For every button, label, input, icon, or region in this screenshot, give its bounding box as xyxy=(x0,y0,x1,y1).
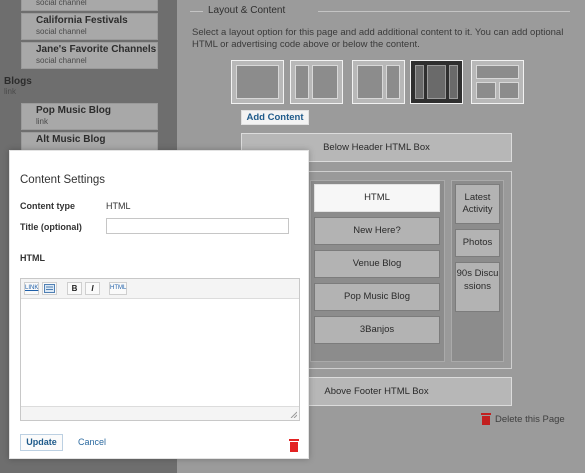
sidebar-item-alt-music-blog[interactable]: Alt Music Blog xyxy=(21,132,158,152)
sidebar-item-sub: link xyxy=(4,87,17,96)
sidebar-item-label: California Festivals xyxy=(36,15,128,26)
html-label: HTML xyxy=(20,253,45,263)
italic-button[interactable]: I xyxy=(85,282,100,295)
title-label: Title (optional) xyxy=(20,222,82,232)
editor-statusbar xyxy=(21,406,299,420)
sidebar-item-sub: social channel xyxy=(36,56,87,65)
html-editor: LINK B I HTML xyxy=(20,278,300,421)
module-html[interactable]: HTML xyxy=(314,184,440,212)
divider xyxy=(318,11,570,12)
section-legend: Layout & Content xyxy=(208,5,286,16)
editor-toolbar: LINK B I HTML xyxy=(21,279,299,299)
update-button[interactable]: Update xyxy=(20,434,63,451)
layout-row xyxy=(476,82,519,99)
sidebar-item-label: Pop Music Blog xyxy=(36,105,111,116)
layout-column xyxy=(449,65,458,99)
sidebar-item-blogs[interactable]: Blogs link xyxy=(0,74,160,100)
delete-page-link[interactable]: Delete this Page xyxy=(481,413,565,425)
module-latest-activity[interactable]: Latest Activity xyxy=(455,184,500,224)
sidebar-item-label: Blogs xyxy=(4,76,32,87)
modal-title: Content Settings xyxy=(20,174,106,186)
resize-handle-icon[interactable] xyxy=(289,410,297,418)
sidebar-item-sub: link xyxy=(36,117,49,126)
content-type-label: Content type xyxy=(20,201,75,211)
module-venue-blog[interactable]: Venue Blog xyxy=(314,250,440,278)
module-3banjos[interactable]: 3Banjos xyxy=(314,316,440,344)
html-source-button[interactable]: HTML xyxy=(109,282,127,295)
layout-column xyxy=(415,65,424,99)
divider xyxy=(190,11,203,12)
layout-column xyxy=(295,65,309,99)
layout-option-5[interactable] xyxy=(471,60,524,104)
layout-option-2[interactable] xyxy=(290,60,343,104)
cancel-link[interactable]: Cancel xyxy=(78,437,106,447)
module-90s-discussions[interactable]: 90s Discussions xyxy=(455,262,500,312)
layout-column xyxy=(427,65,446,99)
layout-option-1[interactable] xyxy=(231,60,284,104)
sidebar-item-pop-music-blog[interactable]: Pop Music Blog link xyxy=(21,103,158,130)
delete-page-label: Delete this Page xyxy=(495,413,565,425)
sidebar-item-channel-1[interactable]: social channel xyxy=(21,0,158,11)
image-icon xyxy=(44,284,55,293)
link-button[interactable]: LINK xyxy=(24,282,39,295)
layout-column xyxy=(386,65,400,99)
sidebar-item-california-festivals[interactable]: California Festivals social channel xyxy=(21,13,158,40)
layout-column xyxy=(499,82,519,99)
content-settings-modal: Content Settings Content type HTML Title… xyxy=(9,150,309,459)
layout-option-3[interactable] xyxy=(352,60,405,104)
trash-icon[interactable] xyxy=(289,439,299,452)
sidebar-item-label: Jane's Favorite Channels xyxy=(36,44,157,55)
layout-column xyxy=(476,82,496,99)
module-new-here[interactable]: New Here? xyxy=(314,217,440,245)
bold-button[interactable]: B xyxy=(67,282,82,295)
sidebar-item-sub: social channel xyxy=(36,0,87,7)
sidebar-item-label: Alt Music Blog xyxy=(36,134,106,145)
layout-row xyxy=(476,65,519,79)
add-content-button[interactable]: Add Content xyxy=(241,110,309,125)
layout-option-4[interactable] xyxy=(410,60,463,104)
html-textarea[interactable] xyxy=(21,300,299,406)
sidebar-item-sub: social channel xyxy=(36,27,87,36)
layout-description: Select a layout option for this page and… xyxy=(192,27,564,50)
module-photos[interactable]: Photos xyxy=(455,229,500,257)
layout-column xyxy=(236,65,279,99)
content-type-value: HTML xyxy=(106,201,131,211)
image-button[interactable] xyxy=(42,282,57,295)
layout-column xyxy=(312,65,338,99)
sidebar-item-janes-favorite-channels[interactable]: Jane's Favorite Channels social channel xyxy=(21,42,158,69)
module-pop-music-blog[interactable]: Pop Music Blog xyxy=(314,283,440,311)
title-input[interactable] xyxy=(106,218,289,234)
layout-column xyxy=(357,65,383,99)
trash-icon xyxy=(481,413,491,425)
